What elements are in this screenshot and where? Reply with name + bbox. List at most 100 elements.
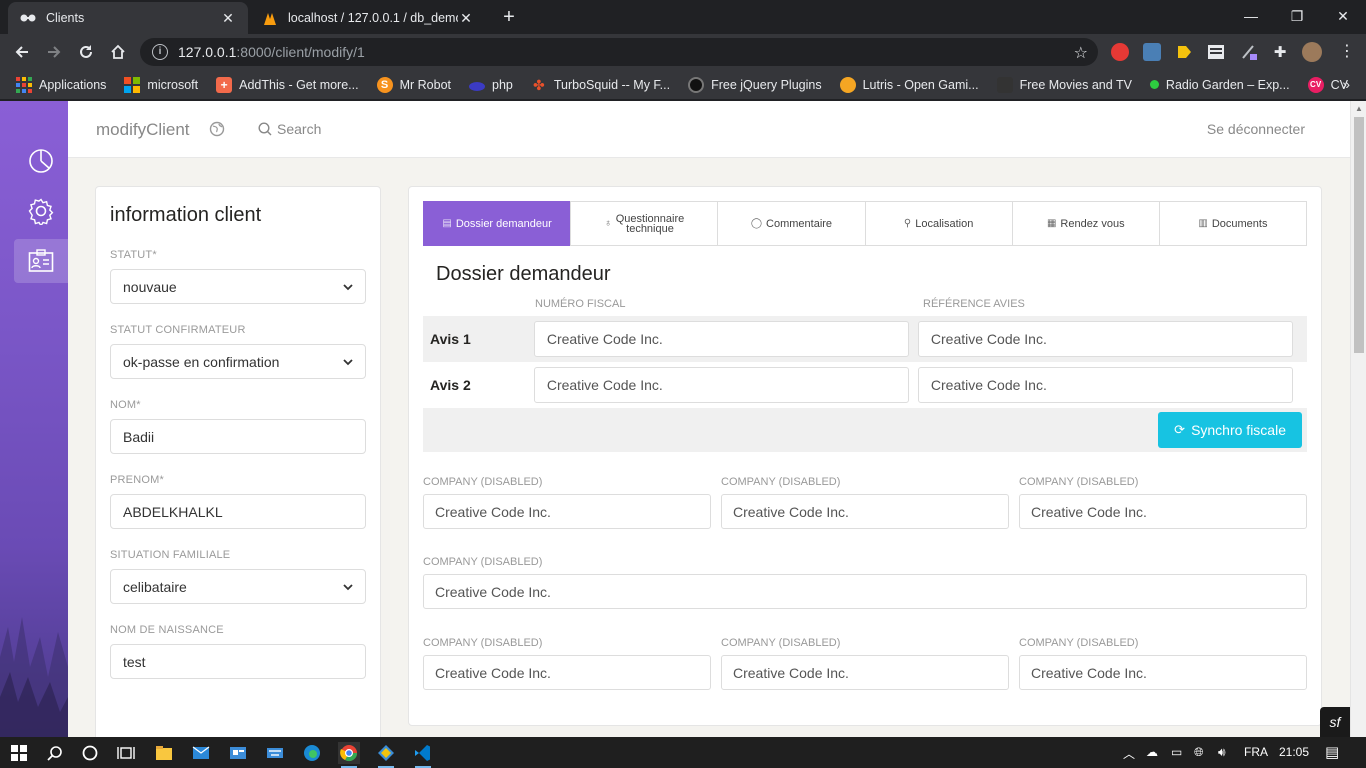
bookmark-lutris[interactable]: Lutris - Open Gami... bbox=[839, 76, 979, 93]
sidebar-item-settings[interactable] bbox=[14, 189, 68, 233]
scroll-up-icon[interactable]: ▲ bbox=[1355, 104, 1363, 113]
tab-clients[interactable]: Clients ✕ bbox=[8, 2, 248, 34]
browser-menu-icon[interactable]: ⋮ bbox=[1338, 43, 1356, 61]
tab-rendez-vous[interactable]: ▦ Rendez vous bbox=[1011, 201, 1159, 246]
minimize-icon[interactable]: — bbox=[1228, 0, 1274, 32]
volume-icon[interactable]: 🔊︎ bbox=[1218, 745, 1226, 760]
company-field: COMPANY (DISABLED) Creative Code Inc. bbox=[423, 637, 711, 690]
tab-dossier-demandeur[interactable]: ▤ Dossier demandeur bbox=[423, 201, 571, 246]
keyboard-icon[interactable] bbox=[264, 742, 286, 764]
close-tab-icon[interactable]: ✕ bbox=[220, 10, 236, 26]
company-input[interactable]: Creative Code Inc. bbox=[1019, 494, 1307, 529]
sidebar-item-clients[interactable] bbox=[14, 239, 68, 283]
window-close-icon[interactable]: ✕ bbox=[1320, 0, 1366, 32]
extension-pen-icon[interactable] bbox=[1240, 43, 1258, 61]
bookmark-microsoft[interactable]: microsoft bbox=[124, 76, 198, 93]
col-numero-fiscal: NUMÉRO FISCAL bbox=[535, 298, 626, 310]
dossier-tabs: ▤ Dossier demandeur ♁ Questionnaire techni… bbox=[423, 201, 1308, 246]
logout-link[interactable]: Se déconnecter bbox=[1207, 121, 1305, 137]
tab-questionnaire-technique[interactable]: ♁ Questionnaire technique bbox=[570, 201, 718, 246]
tab-label-line2: technique bbox=[626, 222, 674, 235]
company-input[interactable]: Creative Code Inc. bbox=[721, 494, 1009, 529]
synchro-fiscale-button[interactable]: ⟳ Synchro fiscale bbox=[1158, 412, 1302, 448]
scrollbar-thumb[interactable] bbox=[1354, 117, 1364, 353]
extensions-puzzle-icon[interactable]: ✚ bbox=[1271, 43, 1289, 61]
forward-arrow-icon[interactable] bbox=[40, 38, 68, 66]
bookmark-applications[interactable]: Applications bbox=[16, 76, 106, 93]
reload-icon[interactable] bbox=[72, 38, 100, 66]
avis2-fiscal-input[interactable]: Creative Code Inc. bbox=[533, 367, 909, 403]
globe-icon[interactable] bbox=[209, 121, 225, 140]
cortana-icon[interactable] bbox=[79, 742, 101, 764]
bookmark-mr-robot[interactable]: S Mr Robot bbox=[376, 76, 451, 93]
mail-icon[interactable] bbox=[190, 742, 212, 764]
company-input[interactable]: Creative Code Inc. bbox=[423, 494, 711, 529]
home-icon[interactable] bbox=[104, 38, 132, 66]
extension-adblock-icon[interactable] bbox=[1111, 43, 1129, 61]
files-icon: ▥ bbox=[1198, 217, 1208, 229]
new-tab-button[interactable]: + bbox=[498, 6, 520, 28]
select-value: celibataire bbox=[123, 578, 187, 595]
tab-localisation[interactable]: ⚲ Localisation bbox=[864, 201, 1012, 246]
sidebar-item-dashboard[interactable] bbox=[14, 139, 68, 183]
address-bar[interactable]: i 127.0.0.1:8000/client/modify/1 ☆ bbox=[140, 38, 1098, 66]
windows-start-icon[interactable] bbox=[8, 742, 30, 764]
chrome-icon[interactable] bbox=[338, 742, 360, 768]
extension-image-icon[interactable] bbox=[1143, 43, 1161, 61]
extension-list-icon[interactable] bbox=[1207, 43, 1225, 61]
company-input[interactable]: Creative Code Inc. bbox=[721, 655, 1009, 690]
avis2-ref-input[interactable]: Creative Code Inc. bbox=[917, 367, 1293, 403]
bookmark-radio-garden[interactable]: Radio Garden – Exp... bbox=[1149, 78, 1290, 92]
bookmark-free-movies[interactable]: Free Movies and TV bbox=[996, 76, 1132, 93]
search-icon[interactable] bbox=[44, 742, 66, 764]
tab-commentaire[interactable]: ◯ Commentaire bbox=[717, 201, 865, 246]
language-indicator[interactable]: FRA bbox=[1244, 745, 1268, 759]
network-globe-icon[interactable]: 🌐︎ bbox=[1194, 745, 1204, 760]
company-input[interactable]: Creative Code Inc. bbox=[423, 574, 1307, 609]
symfony-toolbar-icon[interactable]: sf bbox=[1320, 707, 1350, 737]
edge-icon[interactable] bbox=[301, 742, 323, 764]
nom-input[interactable]: Badii bbox=[110, 419, 366, 454]
situation-familiale-select[interactable]: celibataire bbox=[110, 569, 366, 604]
back-arrow-icon[interactable] bbox=[8, 38, 36, 66]
file-explorer-icon[interactable] bbox=[153, 742, 175, 764]
bookmark-addthis[interactable]: + AddThis - Get more... bbox=[216, 76, 359, 93]
input-value: Creative Code Inc. bbox=[546, 331, 663, 347]
bookmark-php[interactable]: php bbox=[469, 78, 513, 92]
clock[interactable]: 21:05 bbox=[1279, 745, 1309, 759]
search-input[interactable]: Search bbox=[258, 121, 321, 137]
tray-overflow-icon[interactable]: ︿ bbox=[1123, 745, 1135, 762]
avis1-ref-input[interactable]: Creative Code Inc. bbox=[917, 321, 1293, 357]
bookmarks-overflow-icon[interactable]: » bbox=[1342, 76, 1350, 92]
nom-de-naissance-input[interactable]: test bbox=[110, 644, 366, 679]
extension-tag-icon[interactable] bbox=[1175, 43, 1193, 61]
close-tab-icon[interactable]: ✕ bbox=[458, 10, 474, 26]
field-label: STATUT CONFIRMATEUR bbox=[110, 324, 246, 336]
company-input[interactable]: Creative Code Inc. bbox=[423, 655, 711, 690]
tab-title: localhost / 127.0.0.1 / db_demo | bbox=[288, 11, 458, 25]
avis1-fiscal-input[interactable]: Creative Code Inc. bbox=[533, 321, 909, 357]
bookmark-jquery-plugins[interactable]: Free jQuery Plugins bbox=[688, 76, 822, 93]
tab-phpmyadmin[interactable]: localhost / 127.0.0.1 / db_demo | ✕ bbox=[250, 2, 486, 34]
company-input[interactable]: Creative Code Inc. bbox=[1019, 655, 1307, 690]
vscode-icon[interactable] bbox=[412, 742, 434, 768]
prenom-input[interactable]: ABDELKHALKL bbox=[110, 494, 366, 529]
statut-select[interactable]: nouvaue bbox=[110, 269, 366, 304]
profile-avatar[interactable] bbox=[1302, 42, 1322, 62]
app-icon[interactable] bbox=[227, 742, 249, 764]
site-info-icon[interactable]: i bbox=[152, 44, 168, 60]
input-value: Creative Code Inc. bbox=[930, 331, 1047, 347]
page-scrollbar[interactable]: ▲ bbox=[1350, 101, 1366, 737]
battery-icon[interactable]: ▭ bbox=[1171, 745, 1182, 759]
git-kraken-icon[interactable] bbox=[375, 742, 397, 768]
company-field: COMPANY (DISABLED) Creative Code Inc. bbox=[721, 637, 1009, 690]
restore-icon[interactable]: ❐ bbox=[1274, 0, 1320, 32]
bookmark-star-icon[interactable]: ☆ bbox=[1074, 43, 1088, 63]
cloud-icon[interactable]: ☁ bbox=[1146, 745, 1158, 759]
notifications-icon[interactable]: ▤ bbox=[1325, 743, 1339, 761]
task-view-icon[interactable] bbox=[115, 742, 137, 764]
client-info-card: information client STATUT* nouvaue STATU… bbox=[95, 186, 381, 737]
statut-confirmateur-select[interactable]: ok-passe en confirmation bbox=[110, 344, 366, 379]
bookmark-turbosquid[interactable]: ✤ TurboSquid -- My F... bbox=[531, 77, 670, 93]
tab-documents[interactable]: ▥ Documents bbox=[1158, 201, 1308, 246]
